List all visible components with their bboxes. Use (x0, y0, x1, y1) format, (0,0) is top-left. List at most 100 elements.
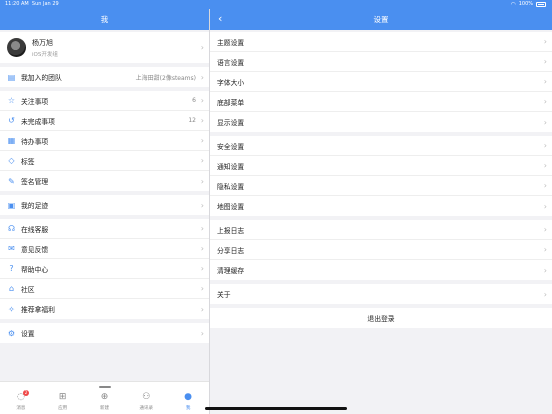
settings-group-logs: 上报日志 › 分享日志 › 清理缓存 › (210, 220, 552, 280)
chevron-right-icon: › (200, 136, 204, 145)
settings-item-label: 主题设置 (217, 38, 245, 47)
settings-item[interactable]: 分享日志 › (210, 240, 552, 260)
unread-badge: 2 (23, 390, 29, 396)
menu-label: 待办事项 (21, 137, 49, 146)
chevron-right-icon: › (200, 96, 204, 105)
chevron-right-icon: › (200, 304, 204, 314)
chevron-right-icon: › (200, 200, 204, 210)
profile-card[interactable]: 杨万旭 iOS开发组 › (0, 32, 209, 63)
settings-group-display: 主题设置 › 语言设置 › 字体大小 › 底部菜单 › 显示设置 › (210, 32, 552, 132)
menu-label: 未完成事项 (21, 117, 55, 126)
logout-button[interactable]: 退出登录 (210, 308, 552, 328)
settings-item-label: 字体大小 (217, 78, 245, 87)
chevron-right-icon: › (543, 37, 547, 46)
menu-label: 标签 (21, 157, 35, 166)
settings-group-privacy: 安全设置 › 通知设置 › 隐私设置 › 地图设置 › (210, 136, 552, 216)
chevron-right-icon: › (200, 176, 204, 186)
profile-subtitle: iOS开发组 (32, 51, 58, 58)
team-row[interactable]: ▤ 我加入的团队 上海田甜(2像steams) › (0, 67, 209, 87)
settings-item[interactable]: 关于 › (210, 284, 552, 304)
settings-item[interactable]: 显示设置 › (210, 112, 552, 132)
chevron-right-icon: › (543, 289, 547, 299)
chevron-right-icon: › (543, 245, 547, 254)
status-time: 11:20 AM Sun Jan 29 (5, 1, 59, 7)
battery-percent: 100% (518, 1, 533, 7)
chevron-right-icon: › (543, 225, 547, 234)
settings-group-about: 关于 › (210, 284, 552, 304)
count-value: 6 (192, 97, 196, 104)
star-icon: ☆ (7, 96, 16, 105)
home-indicator (205, 407, 347, 410)
team-group: ▤ 我加入的团队 上海田甜(2像steams) › (0, 67, 209, 87)
settings-item[interactable]: 语言设置 › (210, 52, 552, 72)
menu-row[interactable]: ↺ 未完成事项 12 › (0, 111, 209, 131)
menu-label: 签名管理 (21, 178, 49, 186)
settings-title: 设置 (373, 15, 389, 24)
tab-label: 消息 (16, 406, 26, 411)
chevron-right-icon: › (200, 244, 204, 253)
tab-add[interactable]: ⊕ 新建 (84, 382, 126, 414)
tab-apps[interactable]: ⊞ 应用 (42, 382, 84, 414)
chevron-right-icon: › (543, 77, 547, 86)
status-bar: 11:20 AM Sun Jan 29 ◠ 100% (0, 0, 552, 9)
settings-icon: ⚙ (7, 328, 16, 338)
chevron-right-icon: › (543, 265, 547, 275)
tab-me[interactable]: ● 我 (167, 382, 209, 414)
back-icon[interactable]: ‹ (218, 12, 222, 25)
settings-pane: ‹ 设置 主题设置 › 语言设置 › 字体大小 › 底部菜单 › 显示设置 › 安全设置 › 通知设置… (210, 9, 552, 414)
team-value: 上海田甜(2像steams) (135, 74, 196, 82)
settings-item-label: 上报日志 (217, 226, 245, 235)
menu-row[interactable]: ✉ 意见反馈 › (0, 239, 209, 259)
settings-item[interactable]: 隐私设置 › (210, 176, 552, 196)
footprint-row[interactable]: ▣ 我的足迹 › (0, 195, 209, 215)
tab-label: 应用 (58, 406, 68, 411)
settings-item[interactable]: 主题设置 › (210, 32, 552, 52)
settings-item-label: 通知设置 (217, 162, 245, 171)
profile-name: 杨万旭 (32, 38, 53, 47)
chevron-right-icon: › (543, 97, 547, 106)
settings-item[interactable]: 字体大小 › (210, 72, 552, 92)
settings-navbar: ‹ 设置 (210, 9, 552, 30)
tab-label: 我 (185, 406, 191, 411)
settings-item[interactable]: 清理缓存 › (210, 260, 552, 280)
tab-message[interactable]: ◌ 消息 2 (0, 382, 42, 414)
menu-row[interactable]: ? 帮助中心 › (0, 259, 209, 279)
menu-row[interactable]: ▦ 待办事项 › (0, 131, 209, 151)
settings-item[interactable]: 上报日志 › (210, 220, 552, 240)
menu-row[interactable]: ◇ 标签 › (0, 151, 209, 171)
settings-item[interactable]: 底部菜单 › (210, 92, 552, 112)
menu-row[interactable]: ☆ 关注事项 6 › (0, 91, 209, 111)
settings-item[interactable]: 安全设置 › (210, 136, 552, 156)
menu-label: 推荐拿福利 (21, 306, 55, 314)
menu-label: 社区 (21, 285, 35, 294)
settings-item-label: 地图设置 (217, 203, 245, 211)
chevron-right-icon: › (543, 57, 547, 66)
footprint-icon: ▣ (7, 200, 16, 210)
settings-label: 设置 (21, 330, 35, 338)
settings-item-label: 关于 (217, 291, 231, 299)
settings-item-label: 分享日志 (217, 246, 245, 255)
settings-row[interactable]: ⚙ 设置 › (0, 323, 209, 343)
settings-item[interactable]: 地图设置 › (210, 196, 552, 216)
community-icon: ⌂ (8, 284, 15, 293)
settings-item-label: 隐私设置 (217, 182, 245, 191)
apps-icon: ⊞ (58, 392, 67, 402)
tab-contacts[interactable]: ⚇ 通讯录 (125, 382, 167, 414)
settings-item-label: 语言设置 (217, 58, 245, 67)
settings-item[interactable]: 通知设置 › (210, 156, 552, 176)
menu-label: 意见反馈 (21, 245, 49, 254)
add-icon: ⊕ (100, 392, 109, 402)
chevron-right-icon: › (543, 201, 547, 211)
menu-row[interactable]: ✧ 推荐拿福利 › (0, 299, 209, 319)
tab-label: 通讯录 (139, 406, 154, 411)
chevron-right-icon: › (200, 156, 204, 165)
menu-row[interactable]: ⌂ 社区 › (0, 279, 209, 299)
items-group: ☆ 关注事项 6 › ↺ 未完成事项 12 › ▦ 待办事项 › ◇ 标签 › ✎ 签名管理 › (0, 91, 209, 191)
menu-row[interactable]: ✎ 签名管理 › (0, 171, 209, 191)
settings-item-label: 安全设置 (217, 142, 245, 151)
menu-row[interactable]: ☊ 在线客服 › (0, 219, 209, 239)
history-icon: ↺ (8, 116, 15, 125)
tab-bar: ◌ 消息 2 ⊞ 应用 ⊕ 新建 ⚇ 通讯录 ● 我 (0, 381, 209, 414)
team-icon: ▤ (7, 72, 16, 82)
me-pane: 我 杨万旭 iOS开发组 › ▤ 我加入的团队 上海田甜(2像steams) ›… (0, 9, 209, 414)
